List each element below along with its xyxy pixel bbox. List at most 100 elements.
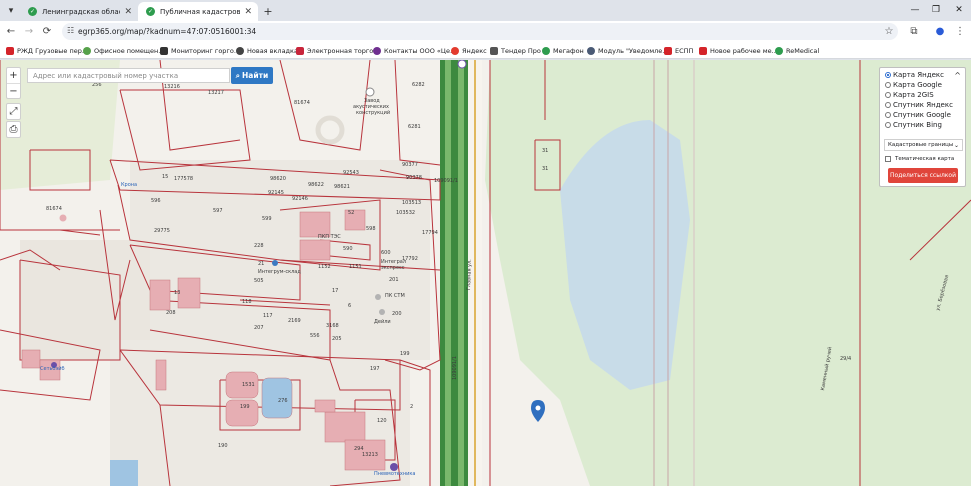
reload-icon[interactable]: ⟳ <box>40 24 54 38</box>
extensions-icon[interactable]: ⧉ <box>907 24 921 38</box>
close-window-icon[interactable]: ✕ <box>951 3 967 17</box>
chevron-down-icon: ⌄ <box>953 141 959 149</box>
bookmark-label: Контакты ООО «Це... <box>384 46 457 55</box>
chevron-up-icon[interactable]: ^ <box>954 71 961 80</box>
radio[interactable] <box>885 92 891 98</box>
bookmark-label: Электронная торго... <box>307 46 380 55</box>
select-value: Кадастровые границы <box>888 142 954 148</box>
tab-strip: ▾ ✓ Ленинградская область, Всево ✕ ✓ Пуб… <box>0 0 971 21</box>
bookmark-yandex[interactable]: Яндекс <box>451 45 487 56</box>
print-control: ⎙ <box>6 121 21 138</box>
layer-option[interactable]: Спутник Google <box>885 111 951 119</box>
bookmark-star-icon[interactable]: ☆ <box>882 24 896 38</box>
print-icon[interactable]: ⎙ <box>7 122 20 137</box>
tab-leningrad[interactable]: ✓ Ленинградская область, Всево ✕ <box>20 2 138 21</box>
bookmark-label: Новое рабочее ме... <box>710 46 778 55</box>
bookmark-rzd[interactable]: РЖД Грузовые пер... <box>6 45 88 56</box>
share-link-button[interactable]: Поделиться ссылкой <box>888 168 958 183</box>
layer-label: Карта Google <box>893 81 942 89</box>
layer-option[interactable]: Карта 2GIS <box>885 91 934 99</box>
map-label: 205 <box>332 336 342 342</box>
map-label: 600 <box>381 250 391 256</box>
map-label: 92146 <box>292 196 308 202</box>
layer-option[interactable]: Карта Google <box>885 81 942 89</box>
address-bar[interactable]: ☷ egrp365.org/map/?kadnum=47:07:0516001:… <box>62 23 898 40</box>
bookmark-monitoring[interactable]: Мониторинг горго... <box>160 45 240 56</box>
search-button[interactable]: ⌕ Найти <box>231 67 273 84</box>
bookmark-workplace[interactable]: Новое рабочее ме... <box>699 45 778 56</box>
menu-icon[interactable]: ⋮ <box>953 24 967 38</box>
bookmark-label: Мониторинг горго... <box>171 46 241 55</box>
radio[interactable] <box>885 122 891 128</box>
map-label: 208 <box>166 310 176 316</box>
map-label: 200 <box>392 311 402 317</box>
map-label: 103532 <box>396 210 416 216</box>
map-label: 207 <box>254 325 264 331</box>
search-input[interactable]: Адрес или кадастровый номер участка <box>27 68 230 83</box>
measure-icon[interactable]: ⤢ <box>7 104 20 119</box>
map-label: 294 <box>354 446 364 452</box>
minimize-icon[interactable]: — <box>907 3 923 17</box>
radio[interactable] <box>885 82 891 88</box>
restore-icon[interactable]: ❐ <box>928 3 944 17</box>
layer-label: Карта Яндекс <box>893 71 944 79</box>
bookmark-label: Мегафон <box>553 46 584 55</box>
radio[interactable] <box>885 112 891 118</box>
bookmark-new-tab[interactable]: Новая вкладка <box>236 45 298 56</box>
bookmark-espp[interactable]: ЕСПП <box>664 45 693 56</box>
map-label: ПКП ТЭС <box>318 234 341 240</box>
map-label: 599 <box>262 216 272 222</box>
bookmark-label: Модуль "Уведомле... <box>598 46 669 55</box>
site-info-icon[interactable]: ☷ <box>67 26 74 35</box>
tab-search-icon[interactable]: ▾ <box>4 4 18 18</box>
map-label: 556 <box>310 333 320 339</box>
bookmark-office[interactable]: Офисное помещен... <box>83 45 164 56</box>
new-tab-icon[interactable]: + <box>261 4 275 18</box>
map-label: 29/4 <box>840 356 852 362</box>
zoom-out-button[interactable]: − <box>7 83 20 98</box>
layer-option[interactable]: Карта Яндекс <box>885 71 944 79</box>
bookmark-label: Тендер Про <box>501 46 541 55</box>
map-label: экспресс <box>381 265 405 271</box>
map-canvas[interactable] <box>0 60 971 486</box>
radio[interactable] <box>885 102 891 108</box>
monitoring-icon <box>160 46 168 55</box>
thematic-checkbox-row[interactable]: Тематическая карта <box>885 156 954 162</box>
profile-icon[interactable]: ● <box>933 24 947 38</box>
layer-option[interactable]: Спутник Bing <box>885 121 942 129</box>
map-label: 13217 <box>208 90 224 96</box>
layer-option[interactable]: Спутник Яндекс <box>885 101 953 109</box>
bookmark-megafon[interactable]: Мегафон <box>542 45 584 56</box>
browser-toolbar: ← → ⟳ ☷ egrp365.org/map/?kadnum=47:07:05… <box>0 21 971 42</box>
forward-icon[interactable]: → <box>22 24 36 38</box>
back-icon[interactable]: ← <box>4 24 18 38</box>
address-url: egrp365.org/map/?kadnum=47:07:0516001:34 <box>78 27 257 36</box>
radio-selected[interactable] <box>885 72 891 78</box>
remedical-icon <box>775 46 783 55</box>
bookmark-remedical[interactable]: ReMedical <box>775 45 819 56</box>
map-label: 177578 <box>174 176 194 182</box>
bookmark-module[interactable]: Модуль "Уведомле... <box>587 45 668 56</box>
bookmark-etp[interactable]: Электронная торго... <box>296 45 379 56</box>
tab-title: Публичная кадастровая карта <box>160 7 241 16</box>
map-label: 13216 <box>164 84 180 90</box>
map-label: 13213 <box>362 452 378 458</box>
map-label: 92543 <box>343 170 359 176</box>
map-label: 17794 <box>422 230 438 236</box>
zoom-in-button[interactable]: + <box>7 68 20 83</box>
boundaries-select[interactable]: Кадастровые границы ⌄ <box>884 139 963 151</box>
map-label: 596 <box>151 198 161 204</box>
map-label: ПК СТМ <box>385 293 405 299</box>
map-label: 199 <box>240 404 250 410</box>
close-tab-icon[interactable]: ✕ <box>124 7 132 17</box>
close-tab-icon[interactable]: ✕ <box>244 7 252 17</box>
map-label: 505 <box>254 278 264 284</box>
map-label: 13 <box>174 290 181 296</box>
thematic-checkbox[interactable] <box>885 156 891 162</box>
bookmark-tender[interactable]: Тендер Про <box>490 45 541 56</box>
tab-cadastral-map[interactable]: ✓ Публичная кадастровая карта ✕ <box>138 2 258 21</box>
rzd-icon <box>6 46 14 55</box>
cadastral-map[interactable]: 256 13216 13217 81674 Завод акустических… <box>0 60 971 486</box>
bookmark-contacts[interactable]: Контакты ООО «Це... <box>373 45 456 56</box>
search-placeholder: Адрес или кадастровый номер участка <box>33 71 179 80</box>
